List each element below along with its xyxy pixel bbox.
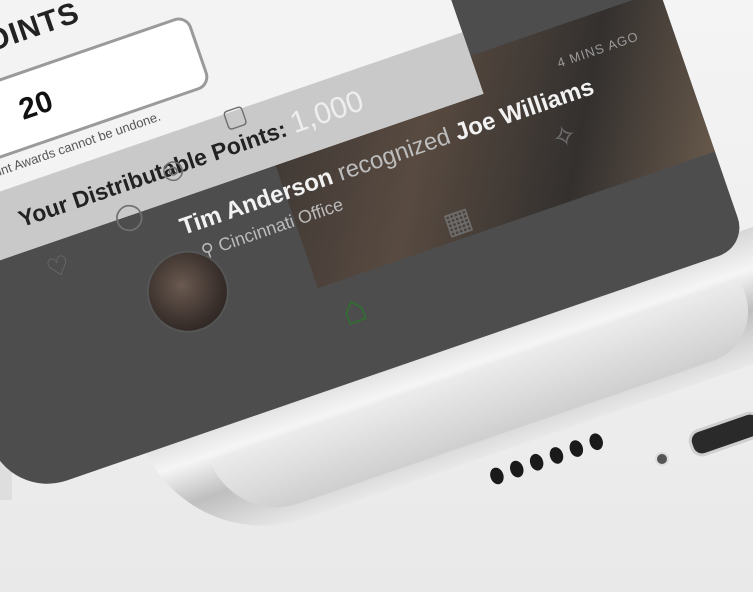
home-icon[interactable]: ⌂ <box>335 285 373 335</box>
heart-icon[interactable]: ♡ <box>42 249 74 286</box>
screw <box>655 452 669 466</box>
